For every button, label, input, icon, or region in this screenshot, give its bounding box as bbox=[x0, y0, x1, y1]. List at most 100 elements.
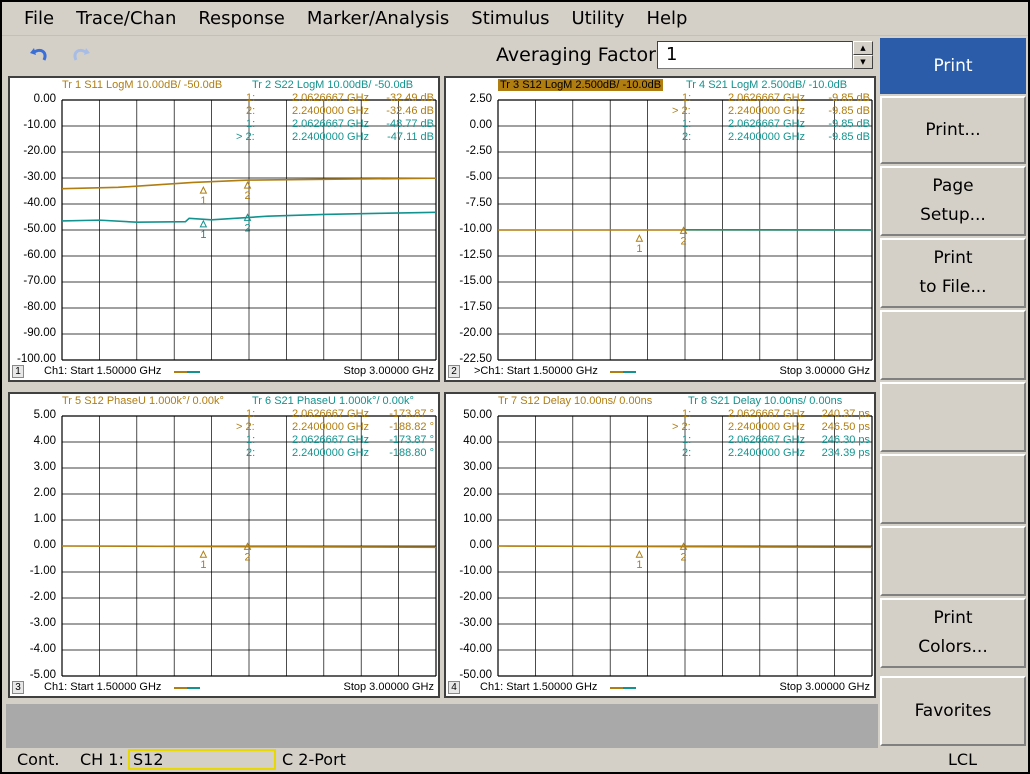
trace-window-1[interactable]: 1 2 1 2 Tr 1 S11 LogM 10.00dB/ -50.0dB Tr 2 S… bbox=[8, 76, 440, 382]
menu-marker-analysis[interactable]: Marker/Analysis bbox=[297, 2, 459, 36]
marker-triangle-1 bbox=[243, 181, 252, 189]
y-axis-label: -20.00 bbox=[23, 145, 56, 157]
blank-softkey-2[interactable] bbox=[880, 382, 1026, 452]
print-to-file-label-1: Print bbox=[933, 248, 973, 268]
menu-utility[interactable]: Utility bbox=[561, 2, 634, 36]
trace-color-swatch bbox=[610, 371, 636, 373]
y-axis-label: 2.50 bbox=[469, 93, 492, 105]
trace-header-a[interactable]: Tr 5 S12 PhaseU 1.000k°/ 0.00k° bbox=[62, 395, 224, 407]
marker-value: -173.87 ° bbox=[389, 434, 434, 446]
y-axis-label: -17.50 bbox=[459, 301, 492, 313]
favorites-softkey[interactable]: Favorites bbox=[880, 676, 1026, 746]
print-colors-label-1: Print bbox=[933, 608, 973, 628]
channel-start: Ch1: Start 1.50000 GHz bbox=[44, 681, 162, 693]
marker-id: 1: bbox=[682, 118, 692, 130]
marker-value: -47.11 dB bbox=[387, 131, 434, 143]
trace-header-b[interactable]: Tr 4 S21 LogM 2.500dB/ -10.0dB bbox=[686, 79, 847, 91]
y-axis-label: 40.00 bbox=[463, 435, 492, 447]
marker-frequency: 2.2400000 GHz bbox=[728, 131, 806, 143]
print-colors-label-2: Colors... bbox=[918, 637, 988, 657]
spin-up-icon[interactable]: ▲ bbox=[853, 41, 873, 55]
y-axis-label: -15.00 bbox=[459, 275, 492, 287]
y-axis-label: -90.00 bbox=[23, 327, 56, 339]
spin-down-icon[interactable]: ▼ bbox=[853, 55, 873, 69]
marker-id: 1: bbox=[246, 92, 256, 104]
trace-header-a[interactable]: Tr 1 S11 LogM 10.00dB/ -50.0dB bbox=[62, 79, 222, 91]
y-axis-label: -20.00 bbox=[459, 327, 492, 339]
trace-window-2[interactable]: 1 2 Tr 3 S12 LogM 2.500dB/ -10.0dB Tr 4 S21… bbox=[444, 76, 876, 382]
undo-button[interactable] bbox=[26, 42, 54, 68]
marker-value: -188.80 ° bbox=[389, 447, 434, 459]
trace-window-4[interactable]: 1 2 Tr 7 S12 Delay 10.00ns/ 0.00ns Tr 8 S21… bbox=[444, 392, 876, 698]
marker-id: 1: bbox=[682, 92, 692, 104]
print-to-file-softkey[interactable]: Print to File... bbox=[880, 238, 1026, 308]
y-axis-label: -7.50 bbox=[465, 197, 492, 209]
trace-footer: 2 >Ch1: Start 1.50000 GHz Stop 3.00000 GHz bbox=[446, 364, 874, 380]
marker-frequency: 2.2400000 GHz bbox=[728, 105, 806, 117]
window-number: 4 bbox=[448, 681, 460, 694]
y-axis-label: -20.00 bbox=[459, 591, 492, 603]
trace-header-a[interactable]: Tr 3 S12 LogM 2.500dB/ -10.0dB bbox=[498, 79, 664, 91]
page-setup-softkey[interactable]: Page Setup... bbox=[880, 166, 1026, 236]
channel-start: Ch1: Start 1.50000 GHz bbox=[480, 681, 598, 693]
marker-id: 2: bbox=[246, 105, 256, 117]
marker-id: 1: bbox=[246, 434, 256, 446]
marker-number-1: 2 bbox=[245, 551, 251, 563]
remote-status: LCL bbox=[948, 750, 977, 769]
marker-frequency: 2.2400000 GHz bbox=[292, 447, 370, 459]
y-axis-label: 10.00 bbox=[463, 513, 492, 525]
blank-softkey-3[interactable] bbox=[880, 454, 1026, 524]
channel-label: CH 1: bbox=[80, 750, 124, 769]
y-axis-label: -40.00 bbox=[459, 643, 492, 655]
marker-frequency: 2.0626667 GHz bbox=[292, 434, 370, 446]
y-axis-label: -30.00 bbox=[459, 617, 492, 629]
trace-color-swatch bbox=[610, 687, 636, 689]
averaging-factor-input[interactable]: 1 bbox=[657, 41, 853, 69]
trace-grid: 12 bbox=[497, 99, 873, 361]
y-axis-label: 1.00 bbox=[33, 513, 56, 525]
marker-triangle-2 bbox=[199, 219, 208, 228]
print-dialog-softkey[interactable]: Print... bbox=[880, 96, 1026, 164]
marker-value: -9.85 dB bbox=[828, 118, 870, 130]
favorites-label: Favorites bbox=[914, 700, 992, 721]
y-axis-label: -30.00 bbox=[23, 171, 56, 183]
marker-number-1: 2 bbox=[681, 235, 687, 247]
active-parameter[interactable]: S12 bbox=[128, 749, 276, 770]
y-axis-label: 50.00 bbox=[463, 409, 492, 421]
plot-area: 1 2 1 2 Tr 1 S11 LogM 10.00dB/ -50.0dB Tr 2 S… bbox=[6, 74, 878, 704]
redo-button[interactable] bbox=[66, 42, 94, 68]
trace-window-3[interactable]: 1 2 Tr 5 S12 PhaseU 1.000k°/ 0.00k° Tr 6 S2… bbox=[8, 392, 440, 698]
trace-header-b[interactable]: Tr 2 S22 LogM 10.00dB/ -50.0dB bbox=[252, 79, 413, 91]
averaging-factor-spinner: ▲ ▼ bbox=[853, 41, 873, 69]
channel-stop: Stop 3.00000 GHz bbox=[779, 365, 870, 377]
trace-header-b[interactable]: Tr 8 S21 Delay 10.00ns/ 0.00ns bbox=[688, 395, 842, 407]
y-axis-label: 2.00 bbox=[33, 487, 56, 499]
menu-help[interactable]: Help bbox=[636, 2, 697, 36]
blank-softkey-1[interactable] bbox=[880, 310, 1026, 380]
print-softkey[interactable]: Print bbox=[880, 38, 1026, 94]
y-axis-label: -2.50 bbox=[465, 145, 492, 157]
page-setup-label-1: Page bbox=[932, 176, 974, 196]
marker-value: -173.87 ° bbox=[389, 408, 434, 420]
trace-header-a[interactable]: Tr 7 S12 Delay 10.00ns/ 0.00ns bbox=[498, 395, 652, 407]
trace-grid: 12 bbox=[497, 415, 873, 677]
calibration-status: C 2-Port bbox=[282, 750, 346, 769]
print-colors-softkey[interactable]: Print Colors... bbox=[880, 598, 1026, 668]
blank-softkey-4[interactable] bbox=[880, 526, 1026, 596]
print-to-file-label-2: to File... bbox=[919, 277, 987, 297]
trace-header-b[interactable]: Tr 6 S21 PhaseU 1.000k°/ 0.00k° bbox=[252, 395, 414, 407]
menu-trace-chan[interactable]: Trace/Chan bbox=[66, 2, 186, 36]
y-axis-label: -1.00 bbox=[29, 565, 56, 577]
menu-response[interactable]: Response bbox=[188, 2, 294, 36]
marker-number-3: 2 bbox=[245, 222, 251, 234]
y-axis-label: 4.00 bbox=[33, 435, 56, 447]
marker-frequency: 2.0626667 GHz bbox=[728, 408, 806, 420]
marker-id: 2: bbox=[246, 447, 256, 459]
print-dialog-label: Print... bbox=[925, 119, 981, 140]
trace-grid: 12 bbox=[61, 415, 437, 677]
marker-id: 1: bbox=[246, 408, 256, 420]
menu-file[interactable]: File bbox=[14, 2, 64, 36]
marker-frequency: 2.0626667 GHz bbox=[292, 92, 370, 104]
trace-color-swatch bbox=[174, 687, 200, 689]
menu-stimulus[interactable]: Stimulus bbox=[461, 2, 559, 36]
